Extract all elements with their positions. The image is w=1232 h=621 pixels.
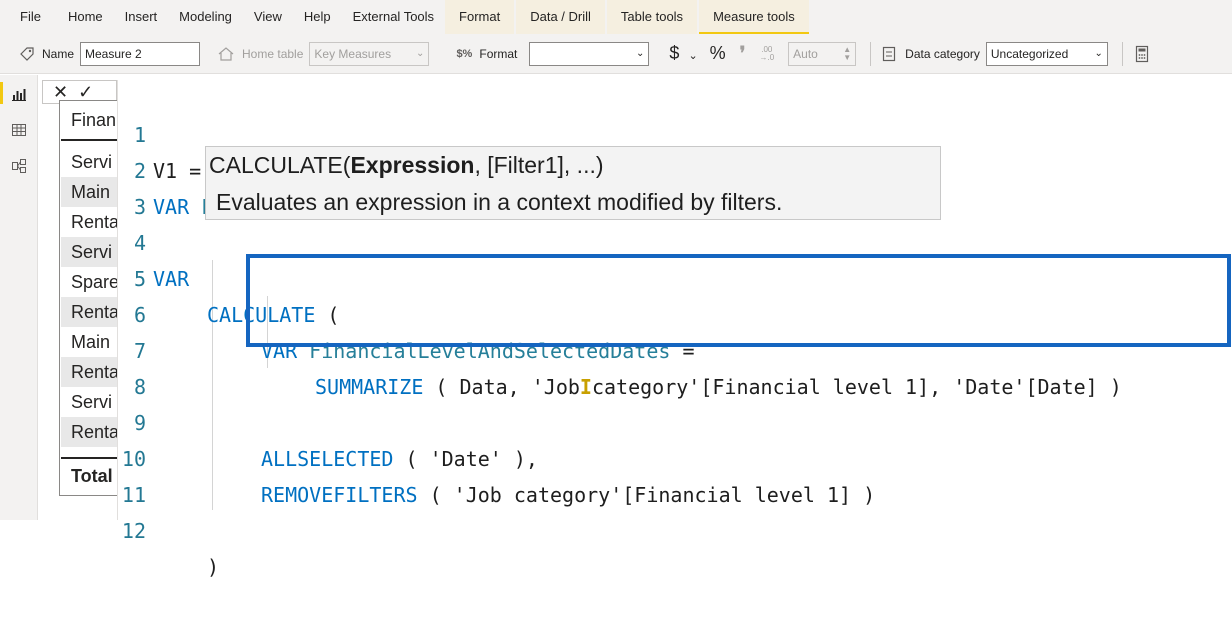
ribbon-divider	[870, 41, 872, 66]
name-input[interactable]: Measure 2	[80, 41, 201, 66]
data-category-group: Data category Uncategorized ⌄	[881, 41, 1108, 66]
menu-table-tools[interactable]: Table tools	[606, 0, 698, 34]
percent-button[interactable]: %	[710, 43, 726, 64]
code-text: )	[207, 555, 220, 579]
function-description: Evaluates an expression in a context mod…	[216, 189, 783, 215]
home-icon	[216, 46, 236, 62]
decimals-icon: .00	[761, 44, 773, 54]
close-icon: ✕	[53, 81, 69, 102]
decimals-button[interactable]: .00 →.0	[759, 44, 774, 62]
table-icon	[12, 124, 26, 136]
highlight-annotation-box	[246, 254, 1231, 347]
table-total: Total	[71, 466, 113, 486]
comma-button[interactable]: ❜	[740, 43, 746, 64]
function-signature-name: CALCULATE(	[209, 152, 351, 178]
home-table-group: Home table Key Measures ⌄	[216, 41, 430, 66]
name-label: Name	[42, 46, 75, 61]
chevron-down-icon: ⌄	[636, 48, 645, 59]
table-row: Renta	[71, 422, 120, 442]
menu-view[interactable]: View	[243, 0, 293, 34]
menu-file[interactable]: File	[0, 0, 52, 34]
bar-chart-icon	[12, 89, 26, 101]
table-header: Finan	[71, 110, 117, 130]
active-view-indicator	[0, 82, 3, 104]
table-row: Servi	[71, 242, 113, 262]
decimals-value: Auto	[793, 46, 818, 61]
home-table-value: Key Measures	[314, 46, 392, 61]
data-category-select[interactable]: Uncategorized ⌄	[985, 41, 1108, 66]
code-line: 1 V1 =	[118, 81, 1232, 183]
report-view-button[interactable]	[6, 81, 32, 107]
menu-insert[interactable]: Insert	[114, 0, 169, 34]
name-group: Name Measure 2	[18, 41, 201, 66]
menu-format[interactable]: Format	[445, 0, 515, 34]
table-row: Renta	[71, 362, 120, 382]
tag-icon	[18, 46, 36, 62]
check-icon: ✓	[78, 81, 94, 102]
menu-bar: File Home Insert Modeling View Help Exte…	[0, 0, 1232, 34]
chevron-down-icon: ⌄	[1094, 48, 1103, 59]
code-line: 9 ALLSELECTED ( 'Date' ),	[118, 369, 1232, 471]
table-row: Servi	[71, 392, 113, 412]
ribbon: Name Measure 2 Home table Key Measures ⌄…	[0, 34, 1232, 74]
table-row: Renta	[71, 212, 120, 232]
data-category-label: Data category	[905, 46, 980, 61]
data-view-button[interactable]	[6, 117, 32, 143]
table-row: Main	[71, 332, 111, 352]
format-group: $% Format ⌄	[453, 41, 650, 66]
chevron-down-icon: ⌄	[688, 50, 698, 62]
code-line: 10 REMOVEFILTERS ( 'Job category'[Financ…	[118, 405, 1232, 507]
format-label: Format	[479, 46, 518, 61]
currency-button[interactable]: $ ⌄	[669, 43, 697, 64]
table-row: Spare	[71, 272, 120, 292]
ribbon-divider	[1121, 41, 1123, 66]
menu-external-tools[interactable]: External Tools	[342, 0, 445, 34]
table-row: Servi	[71, 152, 113, 172]
model-icon	[12, 159, 26, 173]
table-row: Renta	[71, 302, 120, 322]
menu-home[interactable]: Home	[52, 0, 114, 34]
active-parameter: Expression	[350, 152, 475, 178]
format-select[interactable]: ⌄	[529, 41, 650, 66]
code-line: 11	[118, 441, 1232, 507]
view-switcher-rail	[0, 75, 38, 520]
format-icon: $%	[456, 47, 473, 60]
number-format-group: $ ⌄ % ❜ .00 →.0 Auto ▲ ▼	[669, 41, 857, 66]
chevron-down-icon: ⌄	[416, 48, 425, 59]
signature-help-tooltip: CALCULATE(Expression, [Filter1], ...) Ev…	[205, 146, 941, 220]
spinner-icon: ▲ ▼	[843, 44, 852, 62]
currency-icon: $	[669, 43, 680, 63]
home-table-select[interactable]: Key Measures ⌄	[309, 41, 430, 66]
home-table-label: Home table	[242, 46, 304, 61]
calculator-icon[interactable]	[1133, 45, 1151, 63]
data-category-value: Uncategorized	[990, 46, 1069, 61]
remaining-parameters: , [Filter1], ...)	[474, 152, 604, 178]
menu-help[interactable]: Help	[293, 0, 342, 34]
menu-data-drill[interactable]: Data / Drill	[516, 0, 605, 34]
menu-modeling[interactable]: Modeling	[168, 0, 243, 34]
signature-text: CALCULATE(Expression, [Filter1], ...)	[209, 152, 604, 179]
line-number: 12	[121, 519, 146, 543]
table-row: Main	[71, 182, 111, 202]
model-view-button[interactable]	[6, 153, 32, 179]
code-line: 12 )	[118, 477, 1232, 579]
decimals-input[interactable]: Auto ▲ ▼	[788, 41, 857, 66]
data-category-icon	[881, 46, 897, 62]
menu-measure-tools[interactable]: Measure tools	[699, 0, 809, 34]
